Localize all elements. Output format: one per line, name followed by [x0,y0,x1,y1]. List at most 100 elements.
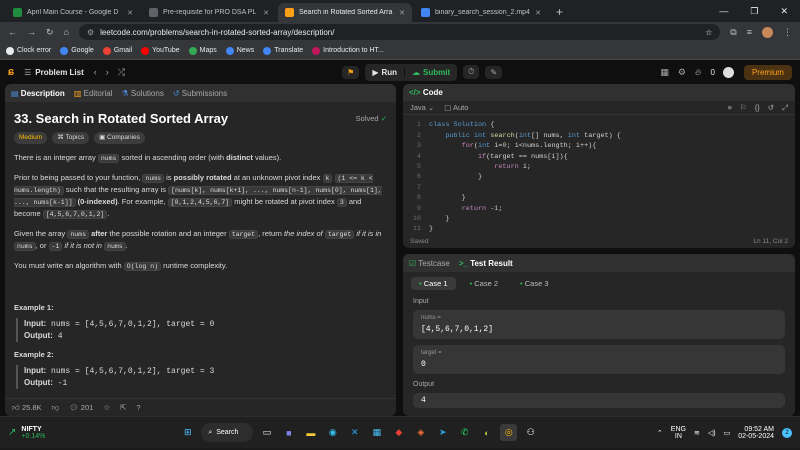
site-info-icon[interactable]: ⚙ [87,28,94,37]
app-game-icon[interactable]: ⚇ [522,424,539,441]
back-icon[interactable]: ← [8,27,17,37]
autocomplete-toggle[interactable]: ▢ Auto [444,103,468,112]
tab-testcase[interactable]: ☑ Testcase [409,259,450,268]
run-button[interactable]: ▶ Run [365,68,404,77]
prev-problem-icon[interactable]: ‹ [94,67,97,77]
battery-icon[interactable]: ▭ [724,429,731,437]
timer-icon[interactable]: ⏱ [463,65,480,79]
app-green-icon[interactable]: ◐ [478,424,495,441]
bookmark-item[interactable]: Gmail [102,46,132,55]
case-2-tab[interactable]: • Case 2 [462,277,507,290]
tab-solutions[interactable]: ⚗ Solutions [122,89,164,98]
notes-icon[interactable]: ✎ [485,65,503,79]
chrome-icon[interactable]: ◎ [500,424,518,441]
clock[interactable]: 09:52 AM 02-05-2024 [738,426,774,440]
bookmark-favicon-icon [141,46,150,55]
app-red-icon[interactable]: ◆ [390,424,407,441]
leetcode-logo[interactable]: ɕ [8,66,14,78]
layout-icon[interactable]: ▦ [660,67,669,78]
forward-icon[interactable]: → [27,27,36,37]
case-3-tab[interactable]: • Case 3 [512,277,557,290]
bookmark-item[interactable]: YouTube [141,46,180,55]
extensions-icon[interactable]: ⧉ [730,27,736,38]
app-orange-icon[interactable]: ◈ [412,424,429,441]
bookmark-star-icon[interactable]: ☆ [705,28,712,37]
problem-list-icon[interactable]: ☰ [24,68,31,77]
file-explorer-icon[interactable]: ▬ [302,424,319,441]
maximize-icon[interactable]: ❐ [750,6,758,17]
reset-icon[interactable]: ↺ [768,103,774,113]
url-bar[interactable]: ⚙ leetcode.com/problems/search-in-rotate… [78,24,721,40]
shuffle-icon[interactable]: ⤮ [118,67,125,78]
help-button[interactable]: ? [136,403,140,412]
vscode-icon[interactable]: ✕ [346,424,363,441]
bookmark-item[interactable]: Maps [188,46,217,55]
browser-tab[interactable]: April Main Course - Google D ✕ [6,3,140,22]
topics-chip[interactable]: ⌘ Topics [52,131,89,144]
menu-icon[interactable]: ⋮ [783,27,792,38]
notification-badge[interactable]: 2 [782,427,792,438]
language-select[interactable]: Java ⌄ [410,103,434,112]
bookmark-item[interactable]: Google [60,46,94,55]
next-problem-icon[interactable]: › [106,67,109,77]
telegram-icon[interactable]: ➤ [434,424,451,441]
bookmark-item[interactable]: Clock error [6,46,51,55]
close-icon[interactable]: ✕ [780,6,788,17]
case-1-tab[interactable]: • Case 1 [411,277,456,290]
home-icon[interactable]: ⌂ [64,27,69,37]
bookmark-item[interactable]: Translate [263,46,303,55]
stock-widget[interactable]: ↗ NIFTY +0.14% [8,426,45,440]
tab-code[interactable]: </> Code [409,88,443,97]
media-icon[interactable]: ≡ [747,27,752,37]
tab-test-result[interactable]: >_ Test Result [459,259,513,268]
like-button[interactable]: 👍︎ 25.8K [12,403,42,413]
chevron-up-icon[interactable]: ⌃ [657,429,663,437]
close-tab-icon[interactable]: ✕ [127,9,133,17]
volume-icon[interactable]: ◁) [708,429,716,437]
companies-chip[interactable]: ▣ Companies [94,131,145,144]
bookmark-favicon-icon [225,46,234,55]
problem-list-link[interactable]: Problem List [35,68,83,77]
fullscreen-icon[interactable]: ⤢ [782,103,788,113]
browser-tab[interactable]: binary_search_session_2.mp4 ✕ [414,3,548,22]
windows-start-icon[interactable]: ⊞ [179,424,196,441]
minimize-icon[interactable]: — [719,6,728,17]
difficulty-badge[interactable]: Medium [14,131,48,144]
code-editor[interactable]: 1 2 3 4 5 6 7 8 9 10 11 class Solution { public in… [403,115,795,234]
browser-tab[interactable]: Search in Rotated Sorted Arra ✕ [278,3,412,22]
edge-icon[interactable]: ◉ [324,424,341,441]
submit-button[interactable]: ☁ Submit [404,67,457,77]
debug-icon[interactable]: ⚑ [342,65,360,79]
bookmark-icon[interactable]: ⚐ [740,103,747,113]
task-view-icon[interactable]: ▭ [258,424,275,441]
tab-description[interactable]: ▤ Description [11,89,65,98]
wifi-icon[interactable]: ≋ [694,429,700,437]
close-tab-icon[interactable]: ✕ [535,9,541,17]
profile-avatar[interactable] [762,26,773,38]
close-tab-icon[interactable]: ✕ [399,9,405,17]
search-icon: ⌕ [208,428,213,436]
streak-fire-icon[interactable]: 🔥︎ [695,67,702,78]
browser-tab[interactable]: Pre-requisite for PRO DSA PL ✕ [142,3,276,22]
dislike-button[interactable]: 👎︎ [52,403,60,413]
share-button[interactable]: ⇱ [120,403,126,412]
notes-icon[interactable]: ≡ [728,103,732,113]
close-tab-icon[interactable]: ✕ [263,9,269,17]
format-icon[interactable]: {} [755,103,760,113]
teams-icon[interactable]: ■ [280,424,297,441]
bookmark-item[interactable]: Introduction to HT... [312,46,384,55]
comments-button[interactable]: 💬︎ 201 [69,403,93,412]
favorite-button[interactable]: ☆ [103,403,110,412]
tab-submissions[interactable]: ↺ Submissions [173,89,227,98]
new-tab-button[interactable]: + [550,5,569,22]
whatsapp-icon[interactable]: ✆ [456,424,473,441]
premium-button[interactable]: Premium [743,64,792,80]
bookmark-item[interactable]: News [225,46,254,55]
language-indicator[interactable]: ENG IN [671,426,686,440]
reload-icon[interactable]: ↻ [46,27,54,38]
settings-gear-icon[interactable]: ⚙ [678,67,686,78]
microsoft-store-icon[interactable]: ▦ [368,424,385,441]
taskbar-search[interactable]: ⌕ Search [201,423,254,442]
user-avatar[interactable] [722,66,734,78]
tab-editorial[interactable]: ▥ Editorial [74,89,113,98]
